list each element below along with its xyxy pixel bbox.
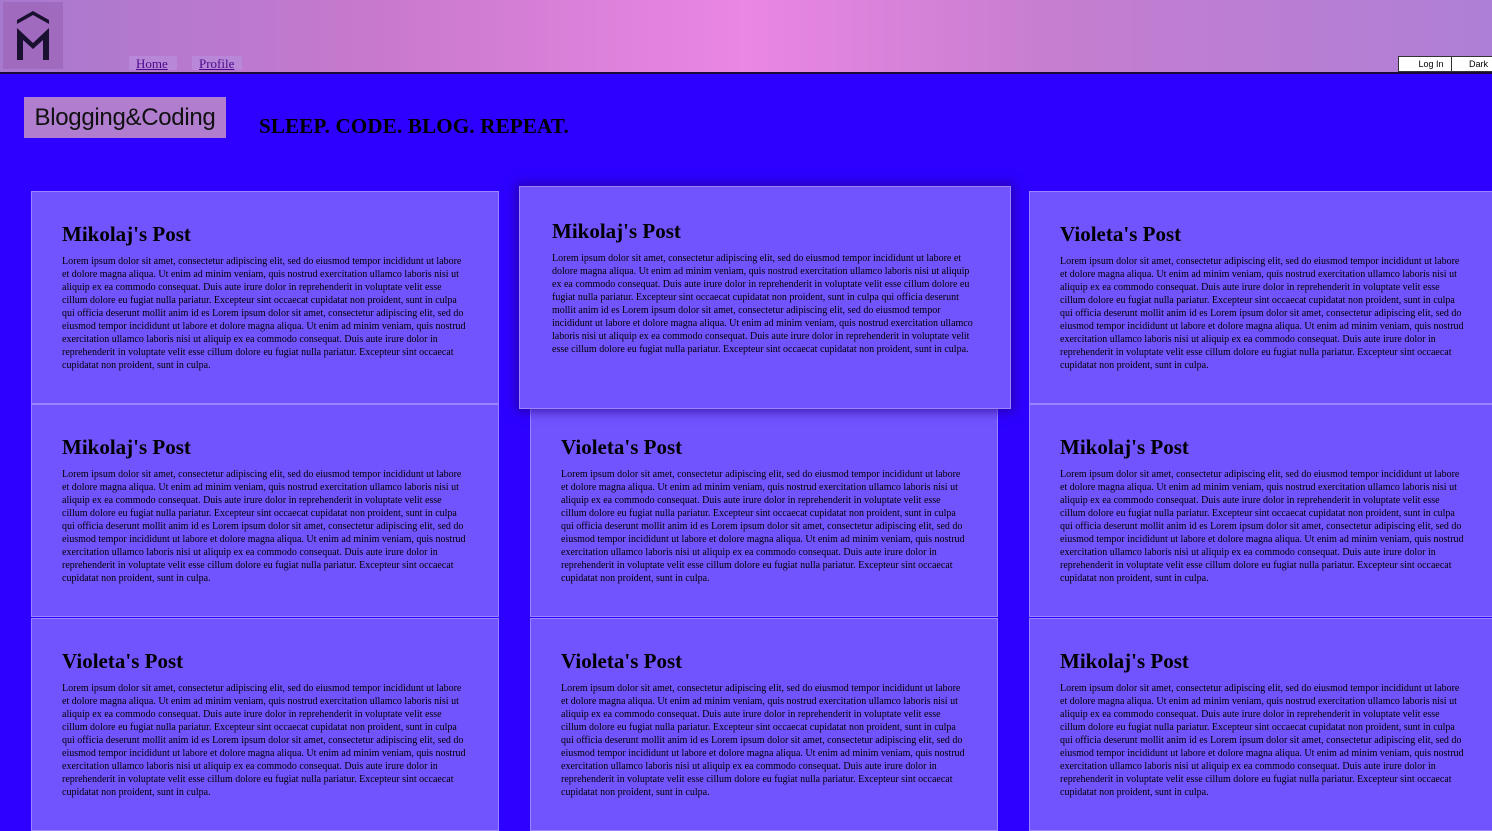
logo-icon[interactable] <box>3 2 63 69</box>
post-card[interactable]: Violeta's Post Lorem ipsum dolor sit ame… <box>1029 191 1492 404</box>
post-title: Violeta's Post <box>1060 222 1182 246</box>
post-title: Violeta's Post <box>561 649 683 673</box>
page-tagline: SLEEP. CODE. BLOG. REPEAT. <box>259 114 569 138</box>
post-body: Lorem ipsum dolor sit amet, consectetur … <box>1060 683 1464 798</box>
post-body: Lorem ipsum dolor sit amet, consectetur … <box>62 683 466 798</box>
post-card[interactable]: Mikolaj's Post Lorem ipsum dolor sit ame… <box>1029 404 1492 617</box>
post-card[interactable]: Mikolaj's Post Lorem ipsum dolor sit ame… <box>31 191 499 404</box>
post-body: Lorem ipsum dolor sit amet, consectetur … <box>552 253 973 355</box>
brand-logo: Blogging&Coding <box>24 97 226 138</box>
post-title: Mikolaj's Post <box>62 435 191 459</box>
top-navigation-bar: Home Profile Log In Dark <box>0 0 1492 74</box>
post-title: Mikolaj's Post <box>552 219 681 243</box>
post-card[interactable]: Violeta's Post Lorem ipsum dolor sit ame… <box>31 618 499 831</box>
post-card[interactable]: Violeta's Post Lorem ipsum dolor sit ame… <box>530 404 998 617</box>
nav-link-profile[interactable]: Profile <box>192 56 242 71</box>
post-title: Violeta's Post <box>62 649 184 673</box>
post-body: Lorem ipsum dolor sit amet, consectetur … <box>561 469 965 584</box>
post-body: Lorem ipsum dolor sit amet, consectetur … <box>1060 256 1464 371</box>
post-card-hovered[interactable]: Mikolaj's Post Lorem ipsum dolor sit ame… <box>519 186 1011 409</box>
dark-mode-button[interactable]: Dark <box>1451 56 1492 72</box>
post-body: Lorem ipsum dolor sit amet, consectetur … <box>62 469 466 584</box>
nav-link-home[interactable]: Home <box>129 56 177 71</box>
post-card[interactable]: Violeta's Post Lorem ipsum dolor sit ame… <box>530 618 998 831</box>
post-card[interactable]: Mikolaj's Post Lorem ipsum dolor sit ame… <box>31 404 499 617</box>
post-title: Violeta's Post <box>561 435 683 459</box>
post-title: Mikolaj's Post <box>1060 649 1189 673</box>
post-body: Lorem ipsum dolor sit amet, consectetur … <box>1060 469 1464 584</box>
post-body: Lorem ipsum dolor sit amet, consectetur … <box>62 256 466 371</box>
post-body: Lorem ipsum dolor sit amet, consectetur … <box>561 683 965 798</box>
post-title: Mikolaj's Post <box>1060 435 1189 459</box>
post-card[interactable]: Mikolaj's Post Lorem ipsum dolor sit ame… <box>1029 618 1492 831</box>
post-title: Mikolaj's Post <box>62 222 191 246</box>
